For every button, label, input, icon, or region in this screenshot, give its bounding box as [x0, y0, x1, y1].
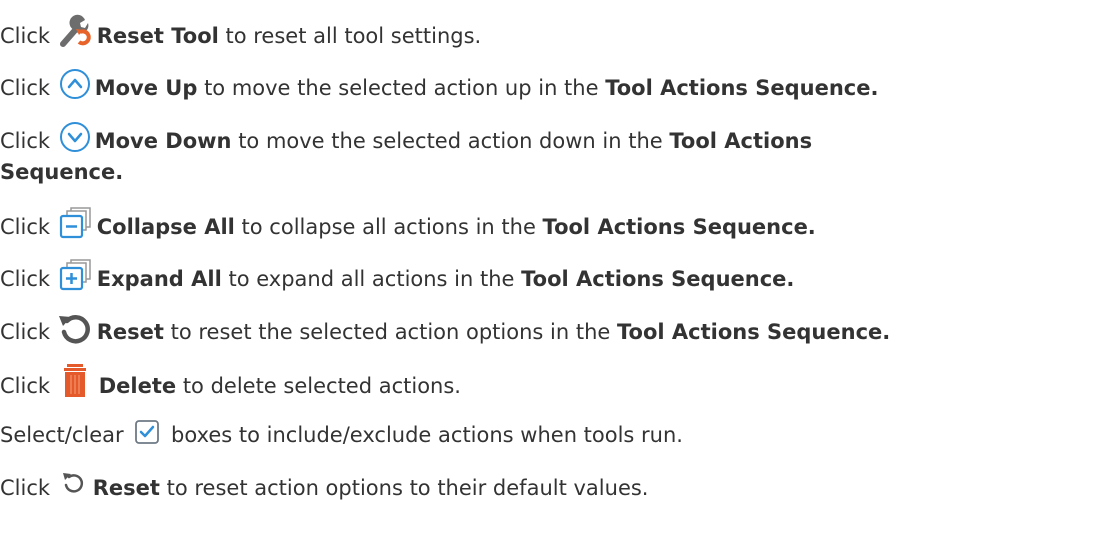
expand-all-line: Click Expand All to expand all actions i… — [0, 259, 795, 296]
line-text: boxes to include/exclude actions when to… — [164, 423, 683, 447]
wrench-reset-icon — [59, 14, 93, 48]
line-text: to expand all actions in the — [221, 267, 522, 291]
reset-default-label: Reset — [92, 476, 160, 500]
reset-small-icon — [61, 471, 85, 495]
move-up-label: Move Up — [94, 76, 198, 100]
line-text: to reset the selected action options in … — [163, 320, 617, 344]
move-down-label: Move Down — [94, 129, 232, 153]
sequence-label: Tool Actions Sequence. — [617, 320, 891, 344]
line-prefix: Select/clear — [0, 423, 124, 447]
reset-label: Reset — [96, 320, 164, 344]
move-up-icon — [59, 68, 91, 100]
line-text: to reset all tool settings. — [218, 24, 482, 48]
collapse-all-line: Click Collapse All to collapse all actio… — [0, 207, 816, 244]
sequence-label: Tool Actions Sequence. — [521, 267, 795, 291]
line-prefix: Click — [0, 24, 51, 48]
move-down-icon — [59, 121, 91, 153]
sequence-label: Tool Actions Sequence. — [605, 76, 879, 100]
line-prefix: Click — [0, 476, 51, 500]
line-text: to collapse all actions in the — [234, 215, 543, 239]
expand-all-label: Expand All — [96, 267, 222, 291]
checkbox-line: Select/clear boxes to include/exclude ac… — [0, 419, 683, 449]
line-prefix: Click — [0, 76, 51, 100]
trash-icon — [63, 364, 87, 398]
expand-all-icon — [59, 259, 93, 291]
delete-line: Click Delete to delete selected actions. — [0, 364, 461, 404]
reset-icon — [57, 312, 93, 344]
move-down-line-continued: Sequence. — [0, 158, 123, 186]
sequence-label-continued: Sequence. — [0, 160, 124, 184]
line-prefix: Click — [0, 215, 51, 239]
reset-tool-line: Click Reset Tool to reset all tool setti… — [0, 14, 482, 54]
reset-tool-label: Reset Tool — [96, 24, 219, 48]
line-prefix: Click — [0, 129, 51, 153]
line-prefix: Click — [0, 374, 51, 398]
line-text: to reset action options to their default… — [159, 476, 649, 500]
sequence-label: Tool Actions Sequence. — [542, 215, 816, 239]
move-down-line: Click Move Down to move the selected act… — [0, 122, 813, 158]
reset-line: Click Reset to reset the selected action… — [0, 315, 891, 349]
line-text: to delete selected actions. — [176, 374, 461, 398]
reset-default-line: Click Reset to reset action options to t… — [0, 471, 649, 502]
delete-label: Delete — [98, 374, 177, 398]
line-text: to move the selected action down in the — [231, 129, 670, 153]
line-text: to move the selected action up in the — [197, 76, 606, 100]
collapse-all-label: Collapse All — [96, 215, 235, 239]
line-prefix: Click — [0, 267, 51, 291]
help-document: Click Reset Tool to reset all tool setti… — [0, 0, 1106, 548]
collapse-all-icon — [59, 207, 93, 239]
checkbox-icon — [134, 419, 160, 445]
sequence-label: Tool Actions — [669, 129, 813, 153]
line-prefix: Click — [0, 320, 51, 344]
move-up-line: Click Move Up to move the selected actio… — [0, 69, 879, 105]
